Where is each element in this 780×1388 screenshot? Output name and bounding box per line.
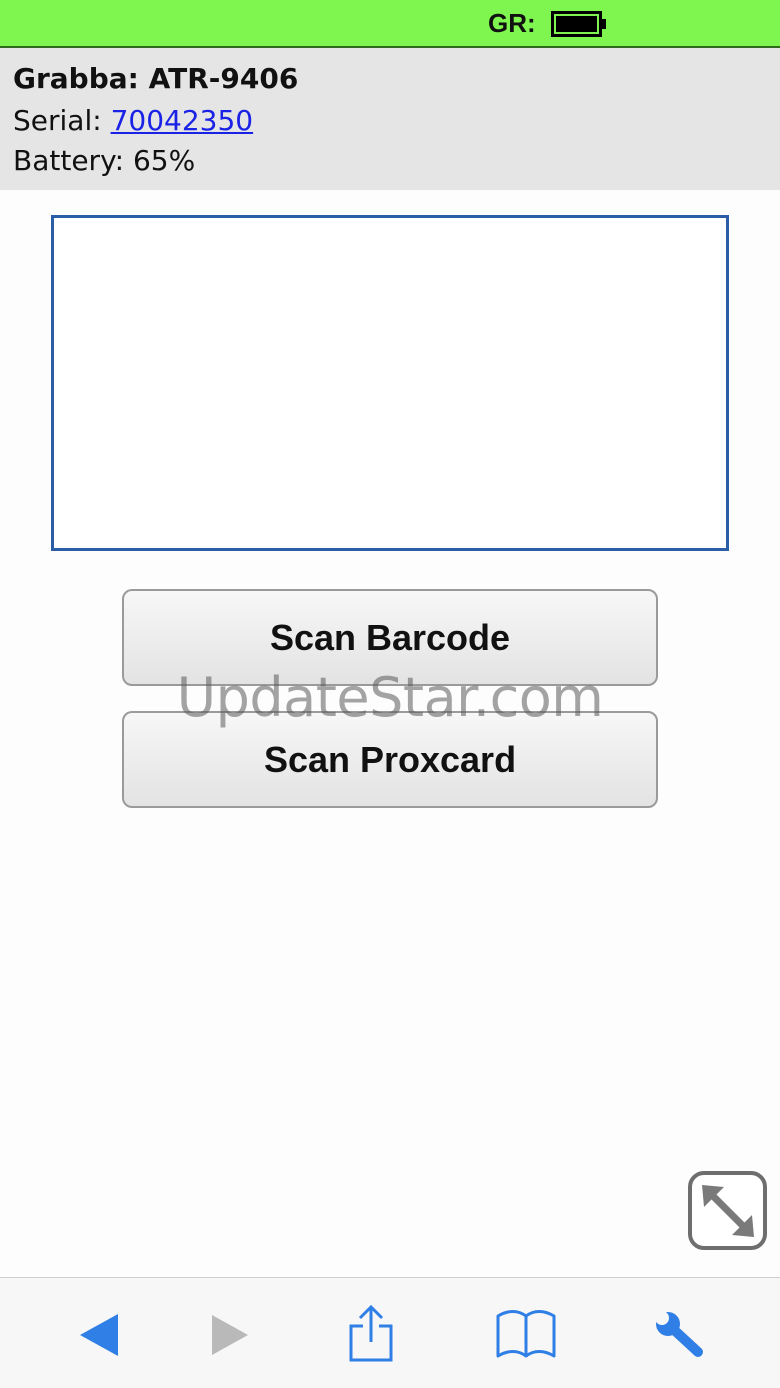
battery-label: Battery: [13, 144, 125, 177]
serial-label: Serial: [13, 104, 102, 137]
battery-line: Battery: 65% [13, 144, 195, 177]
bookmarks-icon [496, 1310, 556, 1358]
back-button[interactable] [70, 1302, 134, 1366]
bookmarks-button[interactable] [494, 1302, 558, 1366]
status-label: GR: [488, 8, 536, 38]
expand-arrows-icon [702, 1185, 754, 1237]
forward-arrow-icon [212, 1315, 248, 1355]
forward-button[interactable] [198, 1302, 262, 1366]
back-arrow-icon [80, 1314, 118, 1356]
resize-button[interactable] [688, 1171, 767, 1250]
serial-number-link[interactable]: 70042350 [111, 104, 254, 137]
battery-full-icon [551, 11, 607, 37]
battery-value: 65% [132, 144, 196, 177]
share-button[interactable] [339, 1302, 403, 1366]
share-icon [349, 1304, 393, 1362]
scan-barcode-button[interactable]: Scan Barcode [122, 589, 658, 686]
wrench-icon [655, 1311, 703, 1357]
scan-proxcard-button[interactable]: Scan Proxcard [122, 711, 658, 808]
device-title: Grabba: ATR-9406 [13, 62, 299, 95]
serial-line: Serial: 70042350 [13, 104, 253, 137]
settings-button[interactable] [648, 1302, 712, 1366]
bottom-toolbar [0, 1277, 780, 1388]
status-bar: GR: [0, 0, 780, 48]
device-info-panel: Grabba: ATR-9406 Serial: 70042350 Batter… [0, 48, 780, 190]
scan-output-field[interactable] [51, 215, 729, 551]
